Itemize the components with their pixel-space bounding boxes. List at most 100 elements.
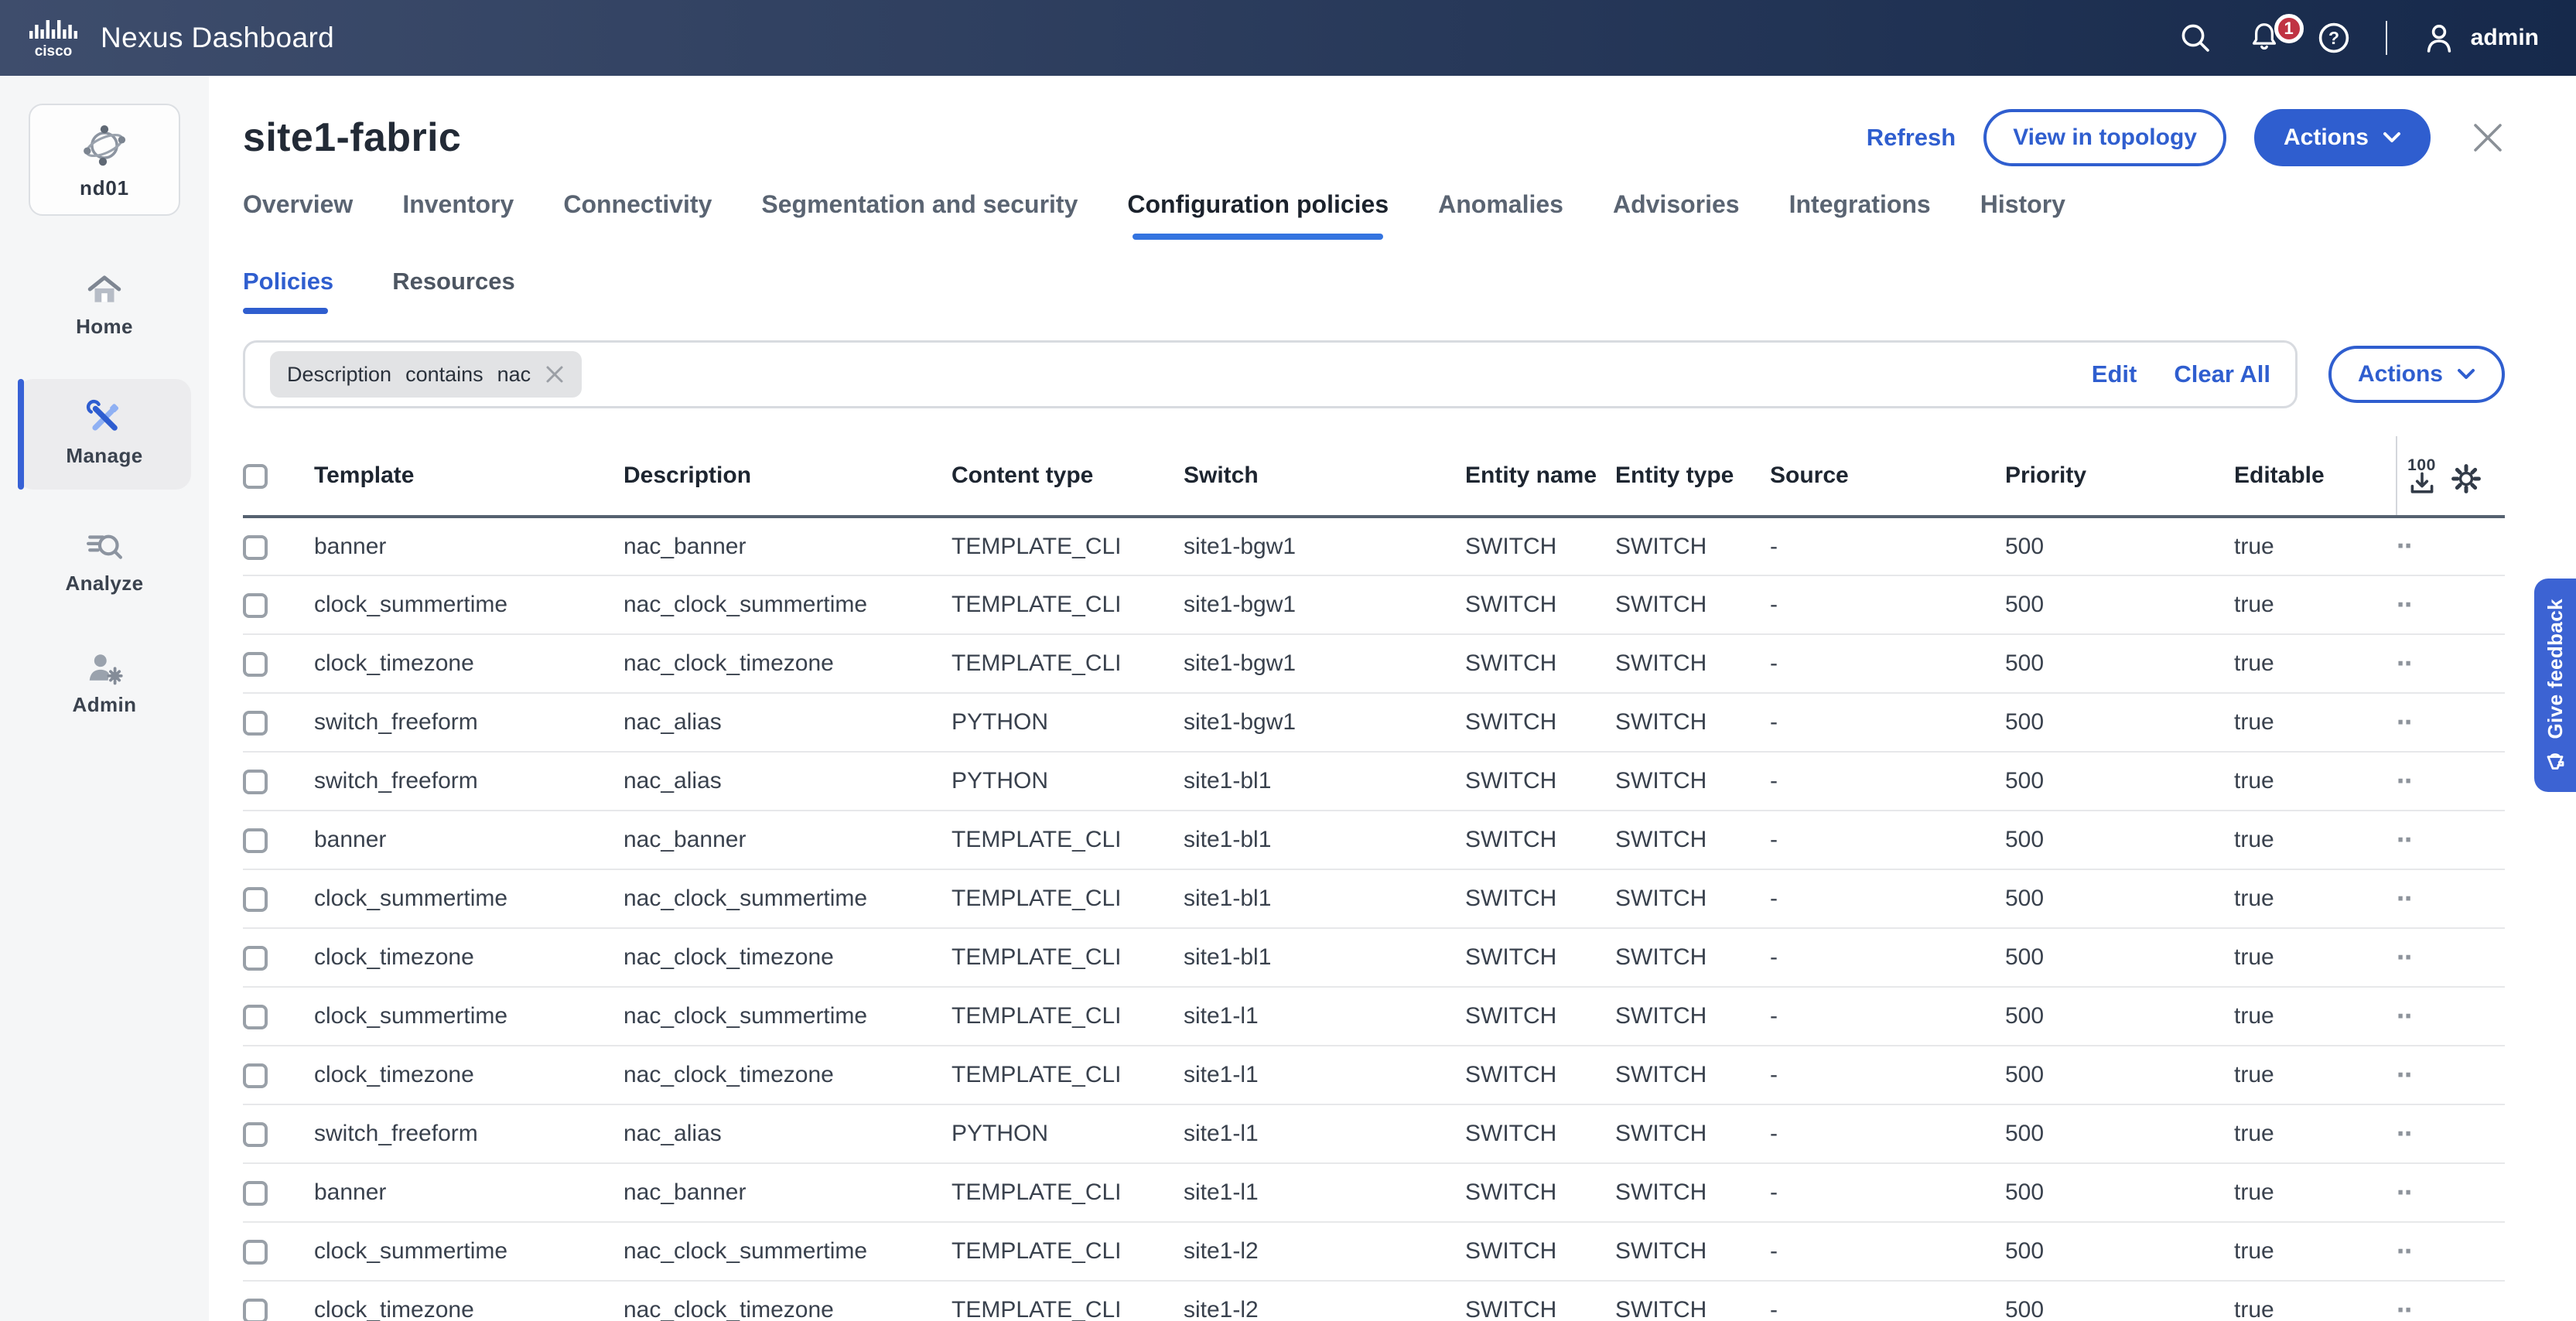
filter-edit-link[interactable]: Edit: [2092, 360, 2137, 388]
table-row[interactable]: switch_freeform nac_alias PYTHON site1-b…: [243, 752, 2505, 811]
row-menu-icon[interactable]: ⋯: [2397, 1062, 2412, 1089]
cell-editable: true: [2234, 1046, 2397, 1104]
row-menu-icon[interactable]: ⋯: [2397, 650, 2412, 678]
page-actions: Refresh View in topology Actions: [1867, 109, 2505, 166]
row-menu-icon[interactable]: ⋯: [2397, 1003, 2412, 1030]
row-checkbox[interactable]: [243, 1181, 268, 1206]
user-menu[interactable]: admin: [2421, 20, 2539, 56]
table-row[interactable]: clock_timezone nac_clock_timezone TEMPLA…: [243, 1046, 2505, 1104]
sidebar-item-manage[interactable]: Manage: [18, 379, 191, 490]
row-checkbox[interactable]: [243, 1299, 268, 1321]
cell-entity-type: SWITCH: [1615, 869, 1770, 928]
column-header-entity-name[interactable]: Entity name: [1465, 436, 1615, 517]
search-icon[interactable]: [2178, 21, 2212, 55]
row-menu-icon[interactable]: ⋯: [2397, 592, 2412, 619]
row-menu-icon[interactable]: ⋯: [2397, 709, 2412, 736]
view-in-topology-button[interactable]: View in topology: [1983, 109, 2226, 166]
row-checkbox[interactable]: [243, 828, 268, 853]
column-header-entity-type[interactable]: Entity type: [1615, 436, 1770, 517]
table-row[interactable]: banner nac_banner TEMPLATE_CLI site1-bl1…: [243, 811, 2505, 869]
filter-chip[interactable]: Description contains nac: [270, 351, 582, 398]
download-button[interactable]: 100: [2407, 457, 2436, 495]
row-menu-icon[interactable]: ⋯: [2397, 768, 2412, 795]
close-button[interactable]: [2471, 121, 2505, 155]
table-row[interactable]: clock_summertime nac_clock_summertime TE…: [243, 1222, 2505, 1281]
chevron-down-icon: [2457, 368, 2475, 381]
filter-clear-all-link[interactable]: Clear All: [2174, 360, 2270, 388]
tab-integrations[interactable]: Integrations: [1789, 190, 1931, 240]
table-row[interactable]: clock_timezone nac_clock_timezone TEMPLA…: [243, 928, 2505, 987]
subtab-policies[interactable]: Policies: [243, 268, 333, 314]
app-header: cisco Nexus Dashboard 1 ?: [0, 0, 2576, 76]
tab-anomalies[interactable]: Anomalies: [1438, 190, 1563, 240]
cell-content-type: TEMPLATE_CLI: [951, 1222, 1184, 1281]
table-row[interactable]: switch_freeform nac_alias PYTHON site1-b…: [243, 693, 2505, 752]
column-header-editable[interactable]: Editable: [2234, 436, 2397, 517]
cell-description: nac_banner: [624, 517, 951, 575]
filter-bar[interactable]: Description contains nac Edit Clear All: [243, 340, 2298, 408]
table-row[interactable]: clock_summertime nac_clock_summertime TE…: [243, 575, 2505, 634]
filter-chip-remove-button[interactable]: [545, 364, 565, 384]
cell-priority: 500: [2005, 1046, 2234, 1104]
sidebar-item-home[interactable]: Home: [18, 259, 191, 354]
table-row[interactable]: clock_timezone nac_clock_timezone TEMPLA…: [243, 634, 2505, 693]
row-checkbox[interactable]: [243, 1005, 268, 1029]
cell-entity-type: SWITCH: [1615, 752, 1770, 811]
table-row[interactable]: clock_summertime nac_clock_summertime TE…: [243, 987, 2505, 1046]
row-checkbox[interactable]: [243, 1122, 268, 1147]
tab-connectivity[interactable]: Connectivity: [563, 190, 712, 240]
notifications-button[interactable]: 1: [2246, 20, 2282, 56]
row-checkbox[interactable]: [243, 711, 268, 736]
main-panel: site1-fabric Refresh View in topology Ac…: [209, 76, 2576, 1321]
row-menu-icon[interactable]: ⋯: [2397, 886, 2412, 913]
column-header-content-type[interactable]: Content type: [951, 436, 1184, 517]
table-row[interactable]: banner nac_banner TEMPLATE_CLI site1-l1 …: [243, 1163, 2505, 1222]
tab-overview[interactable]: Overview: [243, 190, 353, 240]
table-actions-button[interactable]: Actions: [2328, 346, 2505, 403]
page-header-row: site1-fabric Refresh View in topology Ac…: [243, 107, 2505, 169]
row-menu-icon[interactable]: ⋯: [2397, 533, 2412, 560]
tab-history[interactable]: History: [1980, 190, 2065, 240]
cell-source: -: [1770, 869, 2005, 928]
row-checkbox[interactable]: [243, 946, 268, 971]
tab-configuration-policies[interactable]: Configuration policies: [1127, 190, 1389, 240]
tab-segmentation-and-security[interactable]: Segmentation and security: [761, 190, 1078, 240]
row-checkbox[interactable]: [243, 887, 268, 912]
column-header-switch[interactable]: Switch: [1184, 436, 1465, 517]
page-actions-button[interactable]: Actions: [2254, 109, 2431, 166]
cell-switch: site1-l1: [1184, 1163, 1465, 1222]
column-header-description[interactable]: Description: [624, 436, 951, 517]
row-checkbox[interactable]: [243, 535, 268, 560]
table-row[interactable]: banner nac_banner TEMPLATE_CLI site1-bgw…: [243, 517, 2505, 575]
select-all-checkbox[interactable]: [243, 464, 268, 489]
tab-inventory[interactable]: Inventory: [402, 190, 514, 240]
row-menu-icon[interactable]: ⋯: [2397, 1238, 2412, 1265]
table-row[interactable]: switch_freeform nac_alias PYTHON site1-l…: [243, 1104, 2505, 1163]
row-menu-icon[interactable]: ⋯: [2397, 1179, 2412, 1207]
refresh-link[interactable]: Refresh: [1867, 124, 1956, 152]
column-header-template[interactable]: Template: [314, 436, 624, 517]
row-checkbox[interactable]: [243, 1240, 268, 1265]
row-menu-icon[interactable]: ⋯: [2397, 1121, 2412, 1148]
cluster-selector[interactable]: nd01: [29, 104, 180, 216]
column-header-priority[interactable]: Priority: [2005, 436, 2234, 517]
user-name: admin: [2471, 25, 2539, 51]
column-header-source[interactable]: Source: [1770, 436, 2005, 517]
help-icon[interactable]: ?: [2316, 20, 2352, 56]
cell-editable: true: [2234, 752, 2397, 811]
subtab-resources[interactable]: Resources: [392, 268, 515, 314]
table-row[interactable]: clock_timezone nac_clock_timezone TEMPLA…: [243, 1281, 2505, 1321]
settings-gear-icon[interactable]: [2450, 463, 2482, 495]
sidebar-item-analyze[interactable]: Analyze: [18, 514, 191, 611]
table-row[interactable]: clock_summertime nac_clock_summertime TE…: [243, 869, 2505, 928]
tab-advisories[interactable]: Advisories: [1613, 190, 1740, 240]
sidebar-item-admin[interactable]: Admin: [18, 636, 191, 732]
row-checkbox[interactable]: [243, 652, 268, 677]
row-menu-icon[interactable]: ⋯: [2397, 944, 2412, 971]
row-checkbox[interactable]: [243, 1063, 268, 1088]
row-checkbox[interactable]: [243, 770, 268, 794]
row-menu-icon[interactable]: ⋯: [2397, 827, 2412, 854]
row-checkbox[interactable]: [243, 593, 268, 618]
give-feedback-button[interactable]: Give feedback: [2534, 579, 2576, 792]
row-menu-icon[interactable]: ⋯: [2397, 1297, 2412, 1321]
